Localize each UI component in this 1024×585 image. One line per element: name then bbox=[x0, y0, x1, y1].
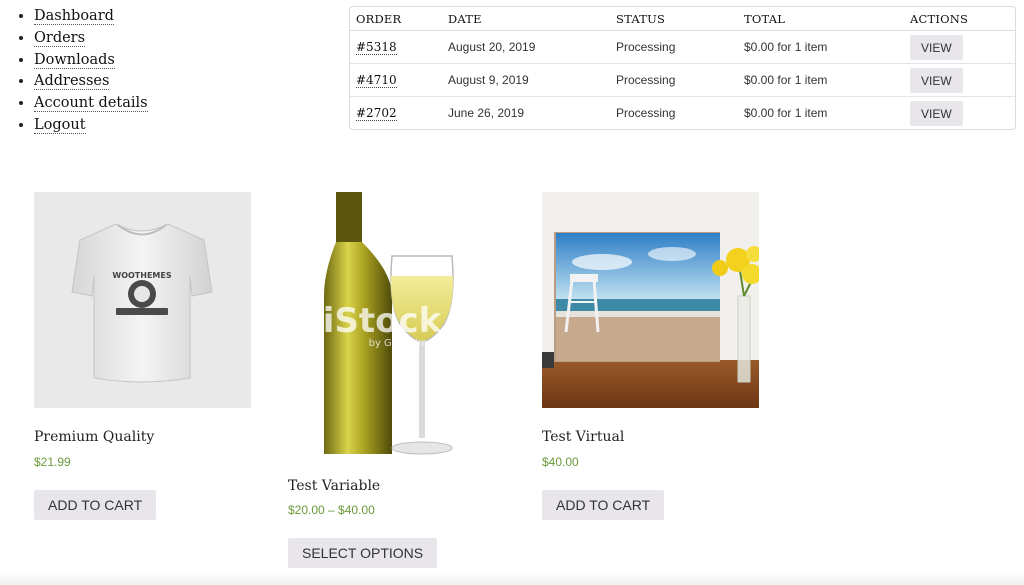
istock-watermark: iStock bbox=[323, 301, 443, 341]
order-actions-cell: VIEW bbox=[904, 97, 1015, 129]
nav-item-dashboard: Dashboard bbox=[34, 6, 148, 28]
wine-icon: iStock by Getty Images bbox=[323, 192, 454, 455]
view-order-button[interactable]: VIEW bbox=[910, 34, 963, 60]
product-price: $40.00 bbox=[542, 455, 579, 469]
nav-item-orders: Orders bbox=[34, 28, 148, 50]
nav-item-downloads: Downloads bbox=[34, 50, 148, 72]
order-total: $0.00 for 1 item bbox=[738, 31, 904, 64]
product-image-tshirt[interactable]: WOOTHEMES bbox=[34, 192, 251, 408]
nav-link-addresses[interactable]: Addresses bbox=[34, 73, 110, 91]
order-date: August 9, 2019 bbox=[442, 64, 610, 97]
add-to-cart-button[interactable]: ADD TO CART bbox=[34, 490, 157, 520]
column-header-order: ORDER bbox=[350, 7, 442, 31]
nav-link-orders[interactable]: Orders bbox=[34, 29, 86, 47]
select-options-button[interactable]: SELECT OPTIONS bbox=[288, 538, 438, 568]
product-title[interactable]: Test Virtual bbox=[542, 429, 624, 445]
orders-header-row: ORDER DATE STATUS TOTAL ACTIONS bbox=[350, 7, 1015, 31]
order-number-link[interactable]: #2702 bbox=[356, 106, 397, 121]
nav-item-logout: Logout bbox=[34, 115, 148, 137]
orders-table: ORDER DATE STATUS TOTAL ACTIONS #5318 Au… bbox=[349, 6, 1016, 130]
order-status: Processing bbox=[610, 64, 738, 97]
page-bottom-shadow bbox=[0, 571, 1024, 585]
tshirt-icon: WOOTHEMES bbox=[71, 223, 213, 383]
view-order-button[interactable]: VIEW bbox=[910, 100, 963, 126]
product-card-premium-quality: WOOTHEMES Premium Quality $21.99 ADD TO … bbox=[34, 192, 251, 522]
order-date: June 26, 2019 bbox=[448, 106, 525, 120]
nav-item-addresses: Addresses bbox=[34, 71, 148, 93]
nav-item-account-details: Account details bbox=[34, 93, 148, 115]
product-title[interactable]: Premium Quality bbox=[34, 429, 154, 445]
order-number-link[interactable]: #5318 bbox=[356, 40, 397, 55]
account-navigation: Dashboard Orders Downloads Addresses Acc… bbox=[16, 6, 148, 137]
nav-link-logout[interactable]: Logout bbox=[34, 116, 86, 134]
add-to-cart-button[interactable]: ADD TO CART bbox=[542, 490, 665, 520]
order-date: August 20, 2019 bbox=[442, 31, 610, 64]
order-number-cell: #4710 bbox=[350, 64, 442, 97]
order-total: $0.00 for 1 item bbox=[738, 64, 904, 97]
view-order-button[interactable]: VIEW bbox=[910, 67, 963, 93]
istock-watermark-sub: by Getty Images bbox=[369, 338, 452, 349]
beach-canvas-icon bbox=[542, 192, 759, 408]
product-price: $21.99 bbox=[34, 455, 71, 469]
table-row: #2702 June 26, 2019 Processing $0.00 for… bbox=[350, 97, 1015, 129]
nav-link-dashboard[interactable]: Dashboard bbox=[34, 8, 114, 25]
order-number-cell: #2702 bbox=[350, 97, 442, 129]
product-image-beach-canvas[interactable] bbox=[542, 192, 759, 408]
product-title[interactable]: Test Variable bbox=[288, 478, 380, 494]
my-account-page: Dashboard Orders Downloads Addresses Acc… bbox=[0, 0, 1024, 585]
column-header-status: STATUS bbox=[610, 7, 738, 31]
column-header-actions: ACTIONS bbox=[904, 7, 1015, 31]
column-header-total: TOTAL bbox=[738, 7, 904, 31]
orders-table-body: #5318 August 20, 2019 Processing $0.00 f… bbox=[350, 31, 1015, 129]
order-status: Processing bbox=[616, 106, 676, 120]
product-image-wine[interactable]: iStock by Getty Images bbox=[288, 192, 505, 458]
order-number-link[interactable]: #4710 bbox=[356, 73, 397, 88]
order-actions-cell: VIEW bbox=[904, 64, 1015, 97]
product-card-test-variable: iStock by Getty Images Test Variable $20… bbox=[288, 192, 505, 572]
nav-link-downloads[interactable]: Downloads bbox=[34, 51, 115, 69]
tshirt-print-text: WOOTHEMES bbox=[112, 271, 171, 280]
orders-table-header: ORDER DATE STATUS TOTAL ACTIONS bbox=[350, 7, 1015, 31]
product-card-test-virtual: Test Virtual $40.00 ADD TO CART bbox=[542, 192, 759, 522]
table-row: #4710 August 9, 2019 Processing $0.00 fo… bbox=[350, 64, 1015, 97]
table-row: #5318 August 20, 2019 Processing $0.00 f… bbox=[350, 31, 1015, 64]
nav-link-account-details[interactable]: Account details bbox=[34, 95, 148, 113]
column-header-date: DATE bbox=[442, 7, 610, 31]
order-actions-cell: VIEW bbox=[904, 31, 1015, 64]
order-number-cell: #5318 bbox=[350, 31, 442, 64]
product-price: $20.00 – $40.00 bbox=[288, 503, 375, 517]
order-total: $0.00 for 1 item bbox=[744, 106, 828, 120]
order-status: Processing bbox=[610, 31, 738, 64]
